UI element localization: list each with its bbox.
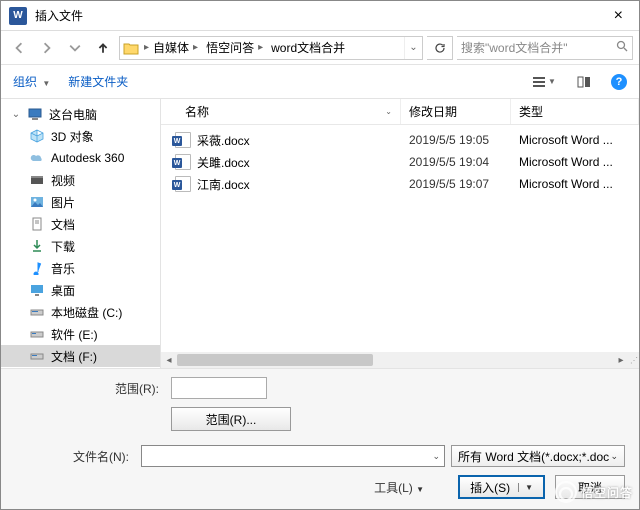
- filename-combo[interactable]: ⌄: [141, 445, 445, 467]
- refresh-button[interactable]: [427, 36, 453, 60]
- body: ⌄ 这台电脑 3D 对象 Autodesk 360 视频 图片 文档 下载 音乐…: [1, 99, 639, 368]
- filename-label: 文件名(N):: [15, 448, 135, 465]
- pc-icon: [27, 106, 43, 122]
- chevron-down-icon[interactable]: ▼: [518, 483, 533, 492]
- word-doc-icon: [175, 132, 191, 148]
- titlebar: W 插入文件 ×: [1, 1, 639, 31]
- tree-documents[interactable]: 文档: [1, 213, 160, 235]
- sidebar: ⌄ 这台电脑 3D 对象 Autodesk 360 视频 图片 文档 下载 音乐…: [1, 99, 161, 368]
- up-button[interactable]: [91, 36, 115, 60]
- new-folder-button[interactable]: 新建文件夹: [68, 73, 128, 90]
- address-dropdown-icon[interactable]: ⌄: [404, 37, 422, 59]
- column-date[interactable]: 修改日期: [401, 99, 511, 124]
- word-doc-icon: [175, 154, 191, 170]
- search-box[interactable]: 搜索"word文档合并": [457, 36, 633, 60]
- tree-drive-e[interactable]: 软件 (E:): [1, 323, 160, 345]
- search-icon: [616, 40, 628, 55]
- cube-icon: [29, 128, 45, 144]
- documents-icon: [29, 216, 45, 232]
- navbar: ▸ 自媒体▸ 悟空问答▸ word文档合并 ⌄ 搜索"word文档合并": [1, 31, 639, 65]
- horizontal-scrollbar[interactable]: ◂ ▸ ⋰: [161, 352, 639, 368]
- chevron-down-icon: ▼: [42, 79, 50, 88]
- search-placeholder: 搜索"word文档合并": [461, 39, 568, 56]
- preview-pane-button[interactable]: [571, 71, 597, 93]
- tree-desktop[interactable]: 桌面: [1, 279, 160, 301]
- word-doc-icon: [175, 176, 191, 192]
- close-icon[interactable]: ×: [606, 7, 631, 25]
- music-icon: [29, 260, 45, 276]
- resize-grip-icon[interactable]: ⋰: [629, 356, 639, 365]
- chevron-right-icon: ▸: [193, 42, 198, 53]
- drive-icon: [29, 348, 45, 364]
- column-type[interactable]: 类型: [511, 99, 639, 124]
- tree-music[interactable]: 音乐: [1, 257, 160, 279]
- breadcrumb-1[interactable]: 悟空问答▸: [202, 39, 267, 56]
- video-icon: [29, 172, 45, 188]
- forward-button[interactable]: [35, 36, 59, 60]
- chevron-down-icon[interactable]: ⌄: [610, 451, 618, 462]
- range-button[interactable]: 范围(R)...: [171, 407, 291, 431]
- download-icon: [29, 238, 45, 254]
- tools-menu[interactable]: 工具(L) ▼: [374, 479, 424, 496]
- address-bar[interactable]: ▸ 自媒体▸ 悟空问答▸ word文档合并 ⌄: [119, 36, 423, 60]
- chevron-right-icon: ▸: [258, 42, 263, 53]
- tree-autodesk[interactable]: Autodesk 360: [1, 147, 160, 169]
- help-icon[interactable]: ?: [611, 74, 627, 90]
- column-name[interactable]: 名称⌄: [161, 99, 401, 124]
- breadcrumb-2[interactable]: word文档合并: [267, 39, 349, 56]
- watermark-icon: [555, 481, 577, 503]
- chevron-down-icon: ▼: [416, 485, 424, 494]
- toolbar: 组织 ▼ 新建文件夹 ▼ ?: [1, 65, 639, 99]
- organize-menu[interactable]: 组织 ▼: [13, 73, 50, 90]
- tree-videos[interactable]: 视频: [1, 169, 160, 191]
- scroll-track[interactable]: [177, 354, 613, 366]
- footer: 范围(R): 范围(R)... 文件名(N): ⌄ 所有 Word 文档(*.d…: [1, 368, 639, 509]
- chevron-down-icon[interactable]: ⌄: [432, 451, 440, 462]
- file-row[interactable]: 江南.docx 2019/5/5 19:07 Microsoft Word ..…: [161, 173, 639, 195]
- scroll-thumb[interactable]: [177, 354, 373, 366]
- tree-3d-objects[interactable]: 3D 对象: [1, 125, 160, 147]
- view-mode-button[interactable]: ▼: [531, 71, 557, 93]
- sort-icon: ⌄: [385, 107, 392, 116]
- dialog-window: W 插入文件 × ▸ 自媒体▸ 悟空问答▸ word文档合并 ⌄ 搜索"word…: [0, 0, 640, 510]
- chevron-down-icon: ▼: [548, 77, 556, 86]
- tree-drive-c[interactable]: 本地磁盘 (C:): [1, 301, 160, 323]
- folder-icon: [122, 39, 140, 57]
- file-row[interactable]: 关雎.docx 2019/5/5 19:04 Microsoft Word ..…: [161, 151, 639, 173]
- range-input[interactable]: [171, 377, 267, 399]
- file-area: 名称⌄ 修改日期 类型 采薇.docx 2019/5/5 19:05 Micro…: [161, 99, 639, 368]
- range-label: 范围(R):: [15, 380, 165, 397]
- pictures-icon: [29, 194, 45, 210]
- file-header: 名称⌄ 修改日期 类型: [161, 99, 639, 125]
- file-row[interactable]: 采薇.docx 2019/5/5 19:05 Microsoft Word ..…: [161, 129, 639, 151]
- drive-icon: [29, 304, 45, 320]
- tree-drive-f[interactable]: 文档 (F:): [1, 345, 160, 367]
- insert-button[interactable]: 插入(S) ▼: [458, 475, 545, 499]
- cloud-icon: [29, 150, 45, 166]
- breadcrumb-0[interactable]: 自媒体▸: [149, 39, 202, 56]
- tree-pictures[interactable]: 图片: [1, 191, 160, 213]
- folder-tree[interactable]: ⌄ 这台电脑 3D 对象 Autodesk 360 视频 图片 文档 下载 音乐…: [1, 99, 160, 368]
- tree-this-pc[interactable]: ⌄ 这台电脑: [1, 103, 160, 125]
- window-title: 插入文件: [35, 7, 606, 24]
- tree-downloads[interactable]: 下载: [1, 235, 160, 257]
- desktop-icon: [29, 282, 45, 298]
- word-app-icon: W: [9, 7, 27, 25]
- scroll-left-icon[interactable]: ◂: [161, 355, 177, 366]
- watermark: 悟空问答: [555, 481, 633, 503]
- drive-icon: [29, 326, 45, 342]
- scroll-right-icon[interactable]: ▸: [613, 355, 629, 366]
- recent-dropdown[interactable]: [63, 36, 87, 60]
- file-list[interactable]: 采薇.docx 2019/5/5 19:05 Microsoft Word ..…: [161, 125, 639, 352]
- collapse-icon[interactable]: ⌄: [11, 109, 21, 120]
- filetype-combo[interactable]: 所有 Word 文档(*.docx;*.doc⌄: [451, 445, 625, 467]
- back-button[interactable]: [7, 36, 31, 60]
